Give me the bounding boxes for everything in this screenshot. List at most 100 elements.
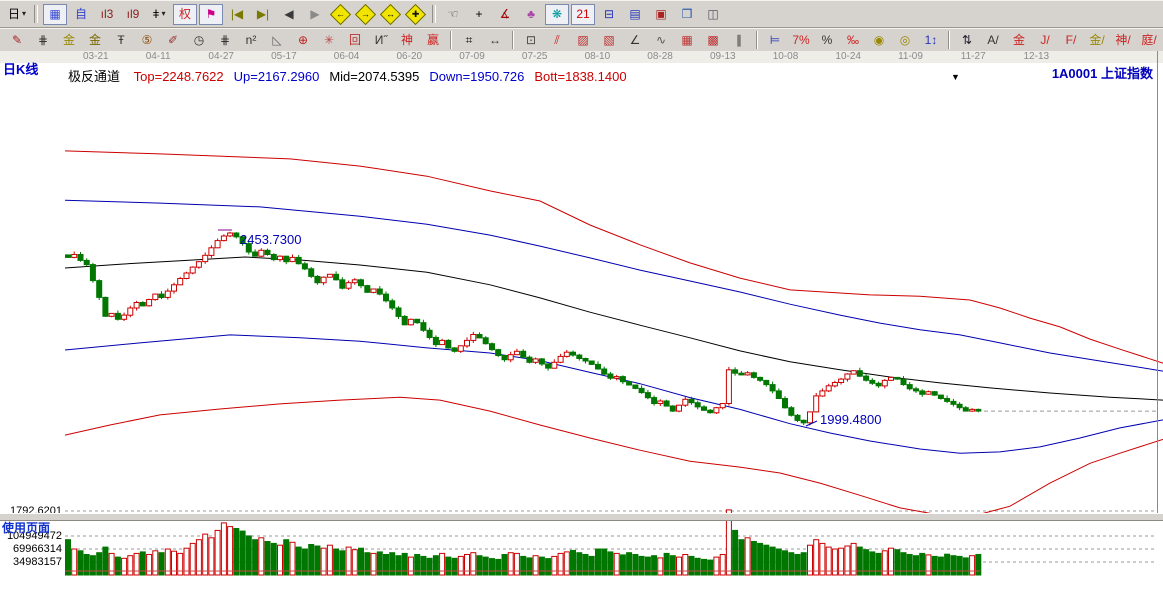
n2-button[interactable]: n² [239, 30, 263, 51]
volume-bar-down [446, 557, 451, 575]
angle-a-button-icon: ◺ [272, 34, 281, 46]
hand-pan-button-icon: ☜ [448, 8, 459, 20]
next-page-button[interactable]: ▶ [303, 4, 327, 25]
rect-draw-button[interactable]: ⊡ [519, 30, 543, 51]
candle-body-down [97, 281, 102, 298]
period-daily-button[interactable]: 日▾ [5, 4, 29, 25]
volume-bar-down [976, 555, 981, 576]
black-grid-button[interactable]: ⌗ [457, 30, 481, 51]
hand-pan-button[interactable]: ☜ [441, 4, 465, 25]
candle-body-up [327, 274, 332, 277]
zoom-out-x-button[interactable]: ↔ [380, 3, 401, 24]
zoom-in-x-button[interactable]: ✚ [405, 3, 426, 24]
first-page-button[interactable]: |◀ [225, 4, 249, 25]
candle-body-down [602, 369, 607, 374]
f-grid-button[interactable]: Ŧ [109, 30, 133, 51]
kline-9-button[interactable]: ıl9 [121, 4, 145, 25]
percent7-button[interactable]: 7% [789, 30, 813, 51]
prev-page-button[interactable]: ◀ [277, 4, 301, 25]
gold-grid2-button[interactable]: 金 [83, 30, 107, 51]
ma-gold2-button[interactable]: 金/ [1085, 30, 1109, 51]
angle-measure-button[interactable]: ∡ [493, 4, 517, 25]
ma-j-button[interactable]: J/ [1033, 30, 1057, 51]
collapse-triangle-icon[interactable]: ▼ [951, 72, 960, 82]
calendar-button[interactable]: 21 [571, 4, 595, 25]
candle-body-down [733, 370, 738, 373]
wave-line-button[interactable]: ∿ [649, 30, 673, 51]
candle-body-down [265, 250, 270, 254]
net-sync-button[interactable]: ❒ [675, 4, 699, 25]
scale-tool-button[interactable]: ⇅ [955, 30, 979, 51]
red-grid-button[interactable]: ▦ [675, 30, 699, 51]
crosshair-button[interactable]: + [467, 4, 491, 25]
last-page-button[interactable]: ▶| [251, 4, 275, 25]
trend-line-button[interactable]: ∠ [623, 30, 647, 51]
volume-bar-down [490, 559, 495, 575]
candle-body-down [789, 408, 794, 416]
indicator-value: Up=2167.2960 [234, 69, 320, 84]
scroll-left-button[interactable]: ← [330, 3, 351, 24]
kline-3-button[interactable]: ıl3 [95, 4, 119, 25]
candle-body-down [396, 308, 401, 316]
grid-arrow-button[interactable]: ▩ [701, 30, 725, 51]
h-measure-button[interactable]: ↔ [483, 30, 507, 51]
clock-button[interactable]: ◷ [187, 30, 211, 51]
hatch-box-button[interactable]: ▨ [571, 30, 595, 51]
ma-f-button[interactable]: F/ [1059, 30, 1083, 51]
print-button[interactable]: ◫ [701, 4, 725, 25]
gold-grid-button-icon: 金 [63, 34, 75, 46]
gold-circle-button[interactable]: ◉ [867, 30, 891, 51]
box-spiral-button[interactable]: 回 [343, 30, 367, 51]
web-star-button-icon: ✳ [324, 34, 334, 46]
gold-grid-button[interactable]: 金 [57, 30, 81, 51]
marker-pen-button[interactable]: ✐ [161, 30, 185, 51]
volume-bar-down [309, 545, 314, 576]
smart-brain-button-icon: ❋ [552, 8, 562, 20]
win-grid-button[interactable]: 赢 [421, 30, 445, 51]
info-panel-button[interactable]: 自 [69, 4, 93, 25]
candle-body-up [346, 283, 351, 289]
candle-body-up [147, 300, 152, 306]
parallel-lines-button[interactable]: ∥ [727, 30, 751, 51]
candle-body-up [228, 233, 233, 236]
ma-gold-button[interactable]: 金 [1007, 30, 1031, 51]
flower-tool-button[interactable]: ♣ [519, 4, 543, 25]
calculator-button[interactable]: ⊟ [597, 4, 621, 25]
angle-a-button[interactable]: ◺ [265, 30, 289, 51]
rays-button[interactable]: ⫽ [545, 30, 569, 51]
indicator-value: Mid=2074.5395 [329, 69, 419, 84]
ma-shen-button[interactable]: 神/ [1111, 30, 1135, 51]
web-star-button[interactable]: ✳ [317, 30, 341, 51]
percent-button[interactable]: % [815, 30, 839, 51]
shen-grid-button[interactable]: 神 [395, 30, 419, 51]
hash-button[interactable]: ⋕ [213, 30, 237, 51]
chart-window[interactable]: 1792.620110494947269966314349831572453.7… [0, 63, 1163, 528]
notepad-button[interactable]: ▤ [623, 4, 647, 25]
chart-canvas[interactable]: 1792.620110494947269966314349831572453.7… [0, 126, 1163, 591]
smart-brain-button[interactable]: ❋ [545, 4, 569, 25]
i-quote-button[interactable]: И˝ [369, 30, 393, 51]
rights-adjust-button[interactable]: 权 [173, 4, 197, 25]
target-circle-button[interactable]: ⊕ [291, 30, 315, 51]
candle-style-button[interactable]: ǂ▾ [147, 4, 171, 25]
volume-bar-up [178, 553, 183, 575]
candle-body-up [196, 262, 201, 268]
candle-body-down [390, 301, 395, 308]
kline-period-title: 日K线 [3, 59, 38, 78]
ma-di-button[interactable]: 庭/ [1137, 30, 1161, 51]
i-quote-button-icon: И˝ [375, 34, 388, 46]
scroll-right-button[interactable]: → [355, 3, 376, 24]
fan-box-button[interactable]: ▧ [597, 30, 621, 51]
draw-pen-button[interactable]: ✎ [5, 30, 29, 51]
flag-chart-button[interactable]: ⚑ [199, 4, 223, 25]
candle-body-up [508, 355, 513, 360]
updown-1-button[interactable]: 1↕ [919, 30, 943, 51]
grid-indicator-button[interactable]: ⋕ [31, 30, 55, 51]
save-button[interactable]: ▣ [649, 4, 673, 25]
permille-button[interactable]: ‰ [841, 30, 865, 51]
window-layout-button[interactable]: ▦ [43, 4, 67, 25]
spiral-button[interactable]: ⑤ [135, 30, 159, 51]
gold-circle2-button[interactable]: ◎ [893, 30, 917, 51]
ma-a-button[interactable]: A/ [981, 30, 1005, 51]
ruler-count-button[interactable]: ⊨ [763, 30, 787, 51]
